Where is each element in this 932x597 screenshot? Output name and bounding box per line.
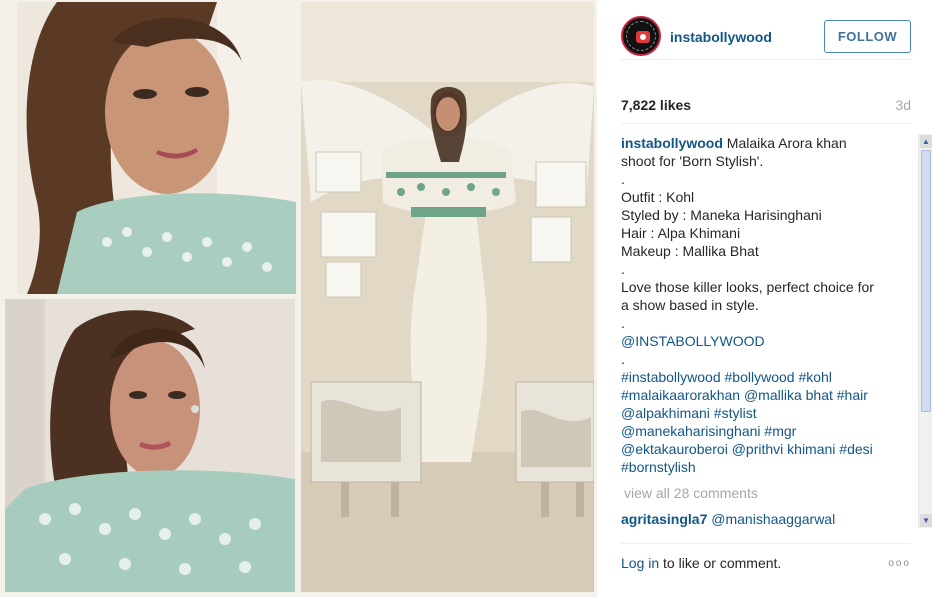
comment-author-link[interactable]: agritasingla7 bbox=[621, 511, 707, 527]
caption-line: Styled by : Maneka Harisinghani bbox=[621, 207, 822, 223]
view-all-comments-link[interactable]: view all 28 comments bbox=[621, 484, 913, 502]
caption-line: shoot for 'Born Stylish'. bbox=[621, 153, 764, 169]
avatar[interactable] bbox=[621, 16, 661, 56]
comments-scrollbar[interactable]: ▲ ▼ bbox=[918, 134, 932, 528]
photo-collage bbox=[0, 0, 597, 597]
post-stats: 7,822 likes 3d bbox=[621, 86, 911, 124]
username-link[interactable]: instabollywood bbox=[670, 29, 772, 45]
caption-line: . bbox=[621, 261, 625, 277]
caption-line: . bbox=[621, 171, 625, 187]
caption-author-link[interactable]: instabollywood bbox=[621, 135, 723, 151]
comments-list[interactable]: instabollywood Malaika Arora khan shoot … bbox=[621, 134, 913, 528]
caption-line: a show based in style. bbox=[621, 297, 759, 313]
likes-count[interactable]: 7,822 likes bbox=[621, 97, 691, 113]
caption-line: . bbox=[621, 351, 625, 367]
instagram-camera-icon bbox=[636, 31, 650, 43]
hashtag-line[interactable]: @ektakauroberoi @prithvi khimani #desi bbox=[621, 440, 913, 458]
triangle-down-icon[interactable]: ▼ bbox=[920, 514, 932, 527]
login-prompt-text: to like or comment. bbox=[659, 555, 782, 571]
post-timestamp[interactable]: 3d bbox=[895, 97, 911, 113]
post-header: instabollywood FOLLOW bbox=[621, 14, 911, 60]
mention-link[interactable]: @INSTABOLLYWOOD bbox=[621, 332, 913, 350]
triangle-up-icon[interactable]: ▲ bbox=[920, 135, 932, 148]
hashtag-line[interactable]: @manekaharisinghani #mgr bbox=[621, 422, 913, 440]
post-photo-full-length[interactable] bbox=[301, 2, 594, 592]
follow-button[interactable]: FOLLOW bbox=[824, 20, 911, 53]
caption-text: Malaika Arora khan bbox=[726, 135, 847, 151]
comment-item: agritasingla7 @manishaaggarwal bbox=[621, 510, 913, 528]
caption-line: Love those killer looks, perfect choice … bbox=[621, 279, 874, 295]
login-prompt: Log in to like or comment. bbox=[621, 555, 781, 571]
caption-line: Outfit : Kohl bbox=[621, 189, 695, 205]
post-photo-closeup[interactable] bbox=[17, 2, 296, 294]
scrollbar-thumb[interactable] bbox=[921, 150, 931, 412]
caption-line: . bbox=[621, 315, 625, 331]
post-footer: Log in to like or comment. ooo bbox=[621, 543, 911, 583]
caption-line: Hair : Alpa Khimani bbox=[621, 225, 741, 241]
hashtag-line[interactable]: #instabollywood #bollywood #kohl bbox=[621, 368, 913, 386]
login-link[interactable]: Log in bbox=[621, 555, 659, 571]
caption-first-line: instabollywood Malaika Arora khan bbox=[621, 134, 913, 152]
hashtag-line[interactable]: @alpakhimani #stylist bbox=[621, 404, 913, 422]
post-photo-profile[interactable] bbox=[5, 299, 295, 592]
caption-line: Makeup : Mallika Bhat bbox=[621, 243, 759, 259]
ellipsis-icon[interactable]: ooo bbox=[888, 558, 911, 569]
hashtag-line[interactable]: #bornstylish bbox=[621, 458, 913, 476]
comment-mention-link[interactable]: @manishaaggarwal bbox=[711, 511, 835, 527]
hashtag-line[interactable]: #malaikaarorakhan @mallika bhat #hair bbox=[621, 386, 913, 404]
